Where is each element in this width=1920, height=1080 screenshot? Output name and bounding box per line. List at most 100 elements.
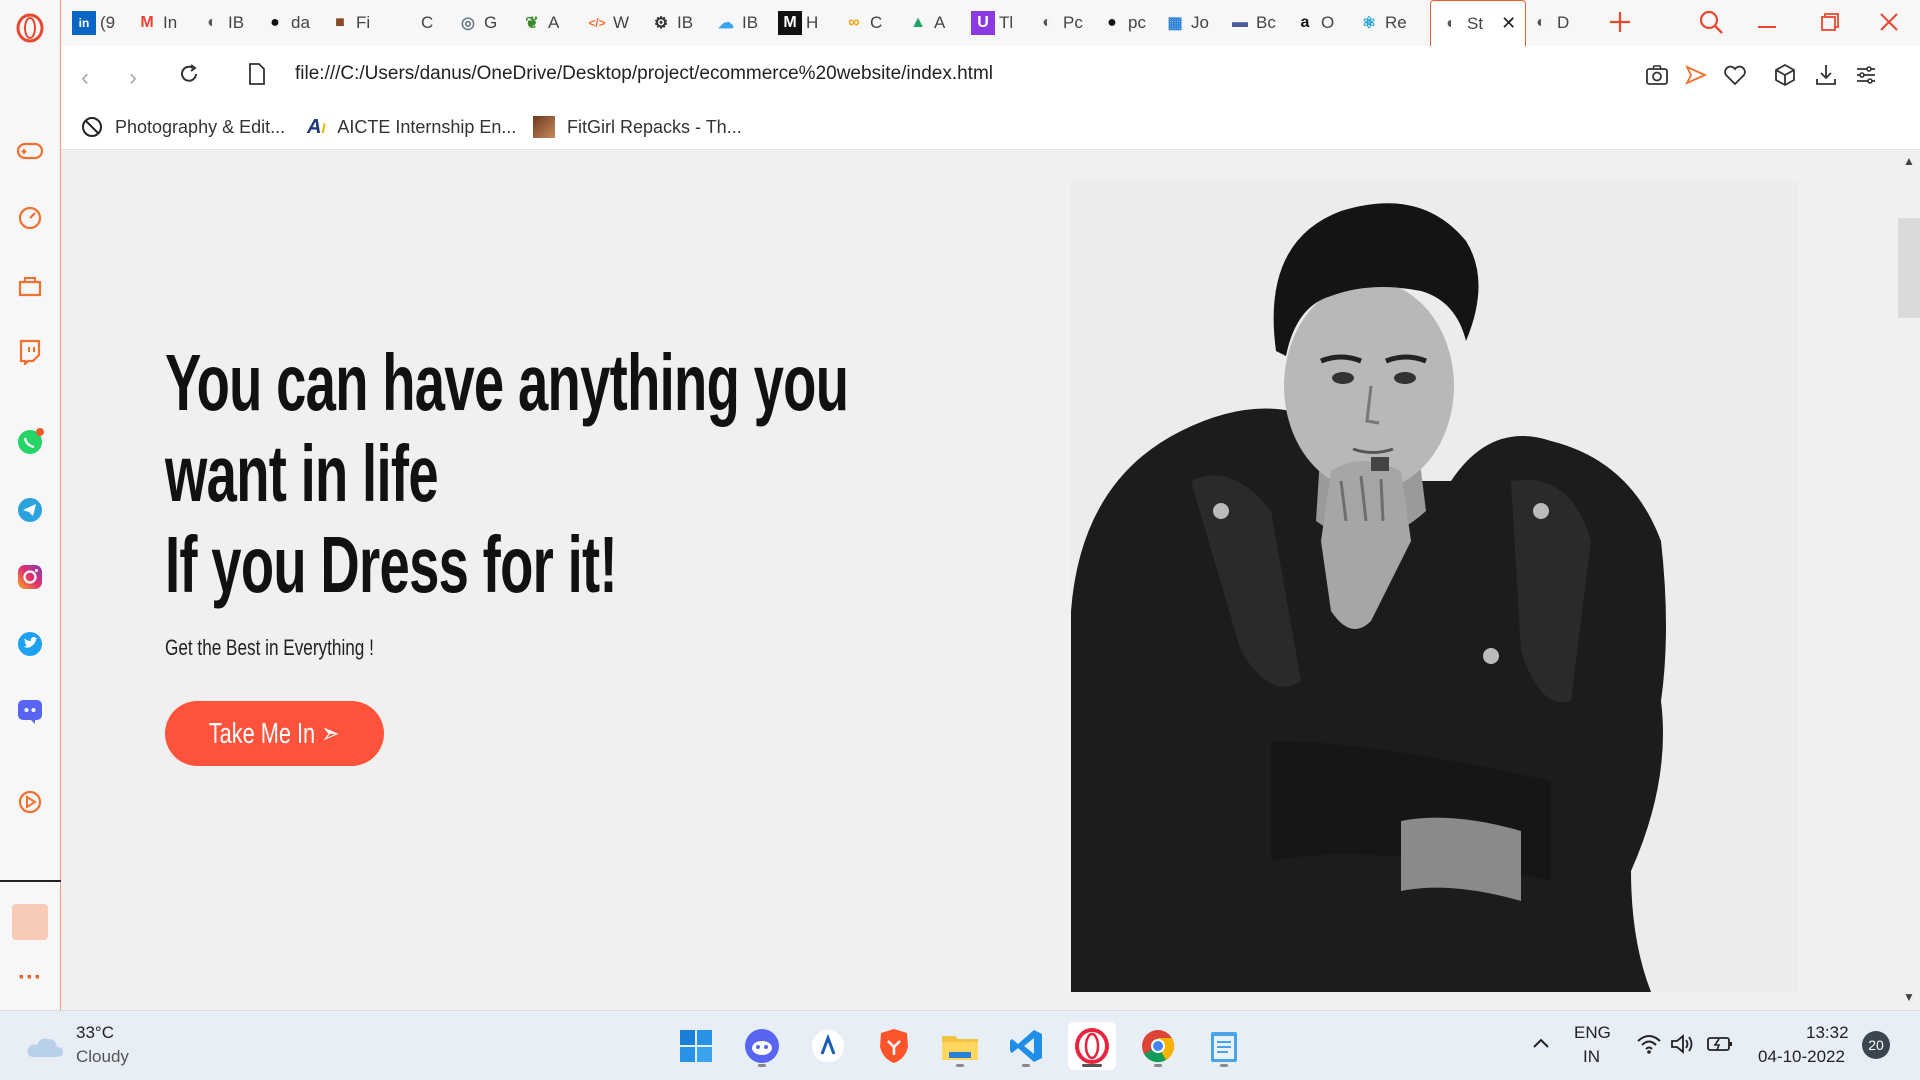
tab[interactable]: ◎ G xyxy=(456,8,497,38)
scrollbar-thumb[interactable] xyxy=(1898,218,1920,318)
discord-sidebar-icon[interactable] xyxy=(14,695,46,727)
sidebar-extension-icon[interactable] xyxy=(12,904,48,940)
code-icon: </> xyxy=(588,16,606,30)
tab-label: Bc xyxy=(1256,13,1276,32)
gamepad-icon[interactable] xyxy=(14,135,46,167)
restore-icon[interactable] xyxy=(1820,12,1840,32)
tab-label: C xyxy=(870,13,883,32)
tab[interactable]: ∞ C xyxy=(842,8,882,38)
url-field[interactable]: file:///C:/Users/danus/OneDrive/Desktop/… xyxy=(295,63,993,85)
tab-label: St xyxy=(1467,13,1484,33)
tab-label: A xyxy=(548,13,560,32)
taskbar-notepad[interactable] xyxy=(1200,1022,1248,1070)
taskbar-chrome[interactable] xyxy=(1134,1022,1182,1070)
page-info-icon[interactable] xyxy=(247,62,267,86)
linkedin-icon: in xyxy=(72,11,96,35)
close-window-icon[interactable] xyxy=(1879,12,1899,32)
tab[interactable]: MH xyxy=(778,8,818,38)
infinity-icon: ∞ xyxy=(848,14,860,31)
snapshot-icon[interactable] xyxy=(1645,64,1669,86)
app-icon xyxy=(812,1030,844,1062)
u-icon: U xyxy=(971,11,995,35)
shopping-bag-icon[interactable] xyxy=(14,270,46,302)
window-icon: ▬ xyxy=(1232,14,1248,31)
whatsapp-icon[interactable] xyxy=(14,426,46,458)
tab[interactable]: ☁ IB xyxy=(714,8,758,38)
clock-date[interactable]: 04-10-2022 xyxy=(1758,1047,1845,1067)
tab[interactable]: U Tl xyxy=(971,8,1013,38)
extensions-cube-icon[interactable] xyxy=(1773,63,1797,87)
tab[interactable]: M In xyxy=(135,8,177,38)
tab[interactable]: ◐ D xyxy=(1529,8,1569,38)
tab[interactable]: ▬ Bc xyxy=(1228,8,1276,38)
tab[interactable]: aO xyxy=(1293,8,1335,38)
speed-dial-icon[interactable] xyxy=(14,202,46,234)
scroll-down-icon[interactable]: ▼ xyxy=(1903,990,1915,1004)
m-icon: M xyxy=(778,11,802,35)
minimize-icon[interactable] xyxy=(1758,26,1776,28)
tab[interactable]: ● pc xyxy=(1100,8,1146,38)
language-indicator[interactable]: ENG xyxy=(1574,1023,1611,1043)
tab[interactable]: ● da xyxy=(263,8,310,38)
easy-setup-icon[interactable] xyxy=(1855,64,1877,86)
reload-icon[interactable] xyxy=(177,62,201,86)
tray-overflow-icon[interactable] xyxy=(1530,1033,1552,1055)
more-options-icon[interactable]: ··· xyxy=(14,962,46,994)
download-icon[interactable] xyxy=(1815,63,1837,87)
discord-icon xyxy=(745,1029,779,1063)
brave-icon xyxy=(880,1029,908,1063)
tab[interactable]: ◐ Pc xyxy=(1035,8,1083,38)
taskbar-signal[interactable] xyxy=(804,1022,852,1070)
instagram-icon[interactable] xyxy=(14,561,46,593)
bookmark-item[interactable]: FitGirl Repacks - Th... xyxy=(533,114,742,140)
forward-icon[interactable]: › xyxy=(129,64,137,92)
telegram-icon[interactable] xyxy=(14,494,46,526)
notification-badge[interactable]: 20 xyxy=(1862,1031,1890,1059)
opera-logo-icon[interactable] xyxy=(14,12,46,44)
clock-time[interactable]: 13:32 xyxy=(1806,1023,1849,1043)
bookmark-heart-icon[interactable] xyxy=(1723,64,1747,86)
network-icon: ⚙ xyxy=(653,15,669,32)
new-tab-icon[interactable] xyxy=(1608,10,1632,34)
close-tab-icon[interactable]: ✕ xyxy=(1501,13,1516,34)
taskbar-opera[interactable] xyxy=(1068,1022,1116,1070)
battery-icon[interactable] xyxy=(1706,1033,1734,1055)
tab[interactable]: ■ Fi xyxy=(328,8,370,38)
taskbar-brave[interactable] xyxy=(870,1022,918,1070)
tab-label: In xyxy=(163,13,178,32)
send-icon[interactable] xyxy=(1685,64,1708,86)
aicte-icon: AI xyxy=(307,115,326,138)
tab[interactable]: ▦ Jo xyxy=(1163,8,1209,38)
weather-widget[interactable]: 33°C Cloudy xyxy=(26,1023,146,1069)
bookmark-item[interactable]: Photography & Edit... xyxy=(81,114,285,140)
taskbar-vscode[interactable] xyxy=(1002,1022,1050,1070)
tab[interactable]: C xyxy=(393,8,433,38)
search-tabs-icon[interactable] xyxy=(1697,8,1725,36)
tab-label: G xyxy=(484,13,498,32)
taskbar-file-explorer[interactable] xyxy=(936,1022,984,1070)
bookmark-item[interactable]: AI AICTE Internship En... xyxy=(307,114,516,140)
wifi-icon[interactable] xyxy=(1636,1033,1662,1055)
take-me-in-button[interactable]: Take Me In ➣ xyxy=(165,701,384,766)
bookmarks-bar: Photography & Edit... AI AICTE Internshi… xyxy=(61,104,1920,150)
windows-start-button[interactable] xyxy=(672,1022,720,1070)
tab[interactable]: ❦ A xyxy=(520,8,559,38)
tab[interactable]: ⚛ Re xyxy=(1357,8,1407,38)
scroll-up-icon[interactable]: ▲ xyxy=(1903,154,1915,168)
tab[interactable]: ▲ A xyxy=(906,8,945,38)
twitter-icon[interactable] xyxy=(14,628,46,660)
cloud-icon xyxy=(27,1038,64,1057)
back-icon[interactable]: ‹ xyxy=(81,64,89,92)
tab-label: A xyxy=(934,13,946,32)
github-icon: ● xyxy=(1107,14,1117,31)
volume-icon[interactable] xyxy=(1670,1033,1696,1055)
twitch-icon[interactable] xyxy=(14,336,46,368)
fitgirl-icon xyxy=(533,116,555,138)
taskbar-discord[interactable] xyxy=(738,1022,786,1070)
tab[interactable]: </> W xyxy=(585,8,629,38)
player-icon[interactable] xyxy=(14,786,46,818)
tab-active[interactable]: ◐ St ✕ xyxy=(1430,0,1526,46)
tab[interactable]: ◐ IB xyxy=(200,8,244,38)
tab[interactable]: in (9 xyxy=(72,8,115,38)
tab[interactable]: ⚙ IB xyxy=(649,8,693,38)
